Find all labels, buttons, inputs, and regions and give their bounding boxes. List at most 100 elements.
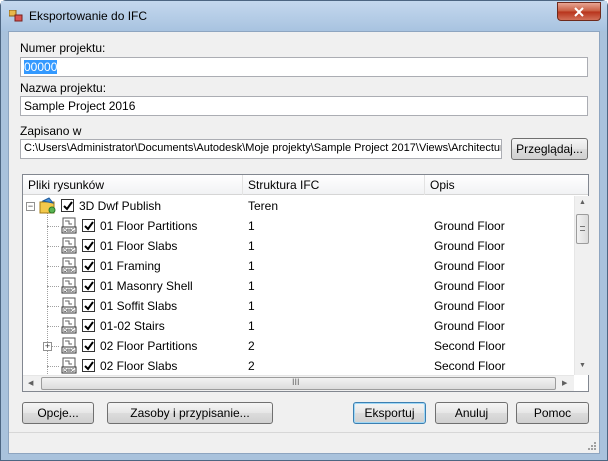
column-header-drawing-files[interactable]: Pliki rysunków [23,175,243,195]
tree-guide-line [47,286,59,287]
checkmark-icon [84,361,94,371]
cancel-button-label: Anuluj [454,406,489,420]
tree-row[interactable]: DWG 01 Framing 1 Ground Floor [23,256,574,276]
help-button[interactable]: Pomoc [516,402,589,424]
checkmark-icon [84,301,94,311]
file-checkbox[interactable] [82,279,95,292]
file-name: 01 Soffit Slabs [100,299,178,313]
tree-row[interactable]: DWG 01-02 Stairs 1 Ground Floor [23,316,574,336]
scroll-left-icon[interactable]: ◀ [28,379,33,387]
cancel-button[interactable]: Anuluj [435,402,508,424]
browse-button[interactable]: Przeglądaj... [511,138,588,160]
tree-rows: − 3D Dwf Publish Teren DWG 01 Floor Parti… [23,196,574,375]
file-structure: 2 [248,339,255,353]
horizontal-scrollbar[interactable]: ◀ III ▶ [23,375,574,391]
dwg-file-icon: DWG [61,277,77,294]
tree-guide-line [47,226,59,227]
tree-row[interactable]: DWG 01 Floor Partitions 1 Ground Floor [23,216,574,236]
tree-row-root[interactable]: − 3D Dwf Publish Teren [23,196,574,216]
file-checkbox[interactable] [82,299,95,312]
close-button[interactable] [557,2,601,21]
tree-row[interactable]: DWG 01 Floor Slabs 1 Ground Floor [23,236,574,256]
tree-row[interactable]: DWG 01 Masonry Shell 1 Ground Floor [23,276,574,296]
tree-row[interactable]: + DWG 02 Floor Partitions 2 Second Floor [23,336,574,356]
svg-text:DWG: DWG [63,348,75,354]
file-checkbox[interactable] [82,219,95,232]
scroll-down-icon[interactable]: ▼ [579,362,586,369]
checkmark-icon [63,201,73,211]
svg-text:DWG: DWG [63,328,75,334]
options-button[interactable]: Opcje... [22,402,94,424]
project-name-label: Nazwa projektu: [20,81,107,95]
help-button-label: Pomoc [533,406,572,420]
column-header-ifc-structure[interactable]: Struktura IFC [243,175,425,195]
horizontal-scroll-thumb[interactable]: III [41,377,556,390]
project-number-field[interactable]: 00000 [20,57,588,77]
resources-assignment-button[interactable]: Zasoby i przypisanie... [107,402,273,424]
status-bar [9,432,599,453]
file-name: 02 Floor Partitions [100,339,198,353]
file-structure: 2 [248,359,255,373]
root-checkbox[interactable] [61,199,74,212]
dwg-file-icon: DWG [61,237,77,254]
file-checkbox[interactable] [82,339,95,352]
file-checkbox[interactable] [82,359,95,372]
publish-folder-icon [39,197,56,214]
tree-guide-line [47,326,59,327]
export-ifc-dialog: Eksportowanie do IFC Numer projektu: 000… [0,0,608,461]
tree-row[interactable]: DWG 02 Floor Slabs 2 Second Floor [23,356,574,375]
file-checkbox[interactable] [82,259,95,272]
dwg-file-icon: DWG [61,257,77,274]
resources-button-label: Zasoby i przypisanie... [130,406,250,420]
svg-text:DWG: DWG [63,248,75,254]
file-checkbox[interactable] [82,239,95,252]
column-header-description[interactable]: Opis [425,175,588,195]
project-name-field[interactable]: Sample Project 2016 [20,96,588,116]
svg-text:DWG: DWG [63,288,75,294]
vertical-scroll-thumb[interactable] [576,214,589,244]
checkmark-icon [84,221,94,231]
file-checkbox[interactable] [82,319,95,332]
file-structure: 1 [248,239,255,253]
dialog-content: Numer projektu: 00000 Nazwa projektu: Sa… [8,31,600,454]
file-name: 01 Floor Partitions [100,219,198,233]
file-description: Ground Floor [434,259,505,273]
resize-grip-icon[interactable] [586,440,597,451]
dwg-file-icon: DWG [61,217,77,234]
file-structure: 1 [248,319,255,333]
file-description: Second Floor [434,359,506,373]
file-description: Ground Floor [434,219,505,233]
title-bar: Eksportowanie do IFC [1,1,607,31]
export-button-label: Eksportuj [364,406,415,420]
tree-guide-line [47,246,59,247]
file-name: 01-02 Stairs [100,319,165,333]
checkmark-icon [84,261,94,271]
vertical-scrollbar[interactable]: ▲ ▼ [574,196,589,375]
window-title: Eksportowanie do IFC [29,9,148,23]
tree-guide-line [47,266,59,267]
options-button-label: Opcje... [37,406,79,420]
collapse-toggle[interactable]: − [26,202,35,211]
file-description: Ground Floor [434,279,505,293]
drawing-files-tree[interactable]: Pliki rysunków Struktura IFC Opis − 3D D… [22,174,589,392]
checkmark-icon [84,341,94,351]
file-name: 01 Framing [100,259,161,273]
close-icon [574,6,584,17]
project-number-label: Numer projektu: [20,41,106,55]
saved-in-label: Zapisano w [20,124,82,138]
scroll-up-icon[interactable]: ▲ [579,199,586,206]
file-description: Second Floor [434,339,506,353]
browse-button-label: Przeglądaj... [516,142,583,156]
tree-header: Pliki rysunków Struktura IFC Opis [23,175,588,195]
file-name: 01 Masonry Shell [100,279,193,293]
dwg-file-icon: DWG [61,317,77,334]
scroll-right-icon[interactable]: ▶ [562,379,567,387]
tree-row[interactable]: DWG 01 Soffit Slabs 1 Ground Floor [23,296,574,316]
saved-in-path-field[interactable]: C:\Users\Administrator\Documents\Autodes… [20,139,502,159]
file-name: 01 Floor Slabs [100,239,178,253]
expand-toggle[interactable]: + [43,342,52,351]
file-structure: 1 [248,259,255,273]
svg-text:DWG: DWG [63,268,75,274]
checkmark-icon [84,321,94,331]
export-button[interactable]: Eksportuj [353,402,426,424]
